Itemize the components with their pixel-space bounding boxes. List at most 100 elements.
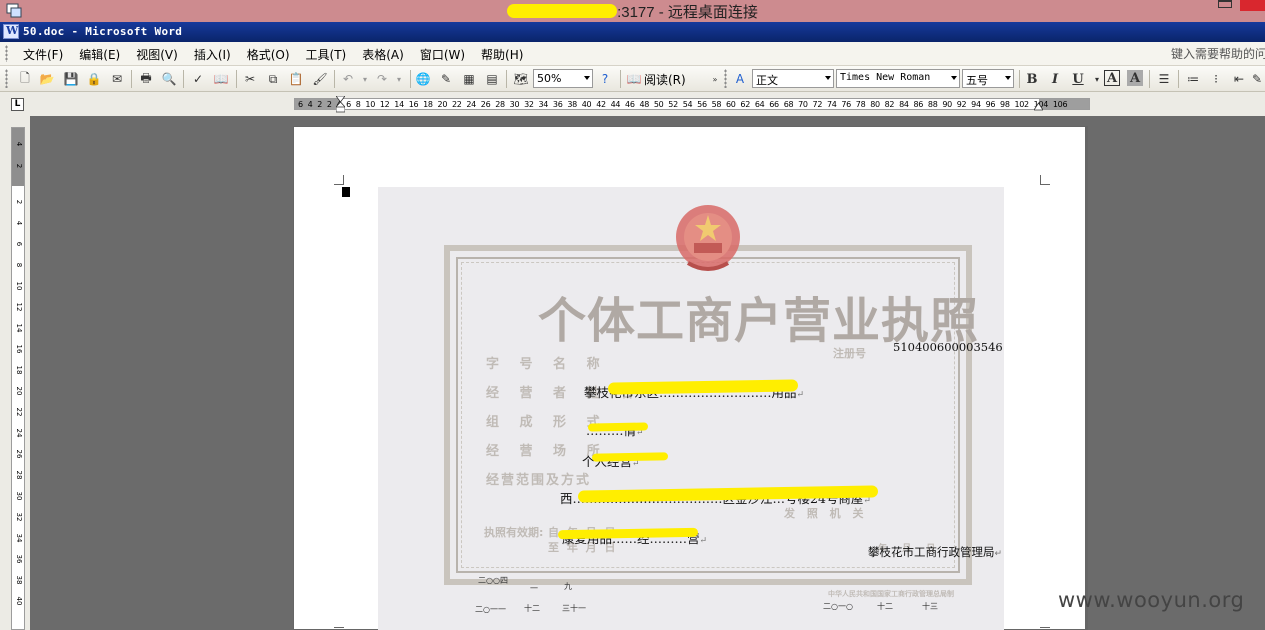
vertical-ruler-number: 34 xyxy=(15,533,23,543)
vertical-ruler-number: 36 xyxy=(15,554,23,564)
date-month-2: 十二 xyxy=(524,604,540,613)
vertical-ruler-number: 8 xyxy=(15,262,23,268)
menu-table[interactable]: 表格(A) xyxy=(354,45,412,64)
read-mode-button[interactable]: 阅读(R) xyxy=(644,71,686,88)
crop-mark-top-right xyxy=(1040,175,1050,185)
undo-dropdown-icon[interactable]: ▾ xyxy=(356,70,374,88)
menu-file[interactable]: 文件(F) xyxy=(15,45,71,64)
document-page[interactable]: 个体工商户营业执照 注册号 字 号 名 称 经 营 者 姓 名 组 成 形 式 … xyxy=(293,126,1088,630)
research-icon[interactable]: 📖 xyxy=(212,70,230,88)
vertical-ruler-number: 10 xyxy=(15,281,23,291)
toolbar-grip[interactable] xyxy=(5,69,8,88)
document-map-icon[interactable]: 🗺 xyxy=(512,70,530,88)
style-select[interactable]: 正文 xyxy=(752,69,834,88)
bullets-icon[interactable]: ⁝ xyxy=(1207,70,1225,88)
insert-excel-icon[interactable]: ▤ xyxy=(483,70,501,88)
underline-button[interactable]: U xyxy=(1069,70,1087,88)
tab-selector[interactable]: L xyxy=(11,98,24,111)
toolbar2-grip[interactable] xyxy=(724,69,727,88)
menu-edit[interactable]: 编辑(E) xyxy=(71,45,128,64)
character-border-button[interactable]: A xyxy=(1104,70,1120,86)
vertical-ruler-number: 20 xyxy=(15,386,23,396)
vertical-ruler-number: 2 xyxy=(15,199,23,205)
tables-borders-icon[interactable]: ✎ xyxy=(437,70,455,88)
vertical-ruler-number: 16 xyxy=(15,344,23,354)
menubar-grip[interactable] xyxy=(5,45,8,62)
vertical-ruler[interactable]: 4 2 2 4 6 8 10 12 14 16 18 20 22 24 26 28 30 32 34 36 38 40 xyxy=(11,127,25,630)
insert-table-icon[interactable]: ▦ xyxy=(460,70,478,88)
label-trade-name: 字 号 名 称 xyxy=(486,357,608,372)
crop-mark-top-left xyxy=(334,175,344,185)
date-month-1: 一 xyxy=(530,584,538,593)
text-cursor-anchor xyxy=(342,187,350,197)
save-icon[interactable]: 💾 xyxy=(62,70,80,88)
numbering-icon[interactable]: ≔ xyxy=(1184,70,1202,88)
date-day-2: 三十一 xyxy=(562,604,586,613)
redo-dropdown-icon[interactable]: ▾ xyxy=(390,70,408,88)
email-icon[interactable]: ✉ xyxy=(108,70,126,88)
copy-icon[interactable]: ⧉ xyxy=(264,70,282,88)
font-select[interactable]: Times New Roman xyxy=(836,69,960,88)
date-year-1: 二○○四 xyxy=(478,576,508,585)
menu-format[interactable]: 格式(O) xyxy=(239,45,298,64)
issuing-authority-value: 攀枝花市工商行政管理局↵ xyxy=(868,545,1003,559)
vertical-ruler-number: 30 xyxy=(15,491,23,501)
vertical-ruler-number: 4 xyxy=(15,220,23,226)
cut-icon[interactable]: ✂ xyxy=(241,70,259,88)
vertical-ruler-number: 38 xyxy=(15,575,23,585)
vertical-ruler-number: 2 xyxy=(15,163,23,169)
date-month-3: 十二 xyxy=(877,602,893,611)
national-emblem-icon xyxy=(676,205,740,271)
right-indent-marker[interactable] xyxy=(1034,101,1043,111)
redacted-host xyxy=(507,4,618,18)
maximize-button[interactable] xyxy=(1218,0,1232,8)
vertical-ruler-number: 22 xyxy=(15,407,23,417)
vertical-ruler-number: 28 xyxy=(15,470,23,480)
align-center-icon[interactable]: ☰ xyxy=(1155,70,1173,88)
bold-button[interactable]: B xyxy=(1023,70,1041,88)
print-icon[interactable]: 🖶 xyxy=(137,70,155,88)
close-button[interactable] xyxy=(1240,0,1265,11)
italic-button[interactable]: I xyxy=(1046,70,1064,88)
hyperlink-icon[interactable]: 🌐 xyxy=(414,70,432,88)
label-business-scope: 经营范围及方式 xyxy=(486,473,592,488)
watermark-text: www.wooyun.org xyxy=(1058,588,1245,612)
label-validity-period: 执照有效期: xyxy=(484,526,544,539)
highlight-icon[interactable]: ✎ xyxy=(1250,70,1264,88)
redo-icon[interactable]: ↷ xyxy=(373,70,391,88)
menu-tools[interactable]: 工具(T) xyxy=(298,45,355,64)
toolbar-overflow-icon[interactable]: » xyxy=(706,70,724,88)
decrease-indent-icon[interactable]: ⇤ xyxy=(1230,70,1248,88)
font-size-select[interactable]: 五号 xyxy=(962,69,1014,88)
menu-help[interactable]: 帮助(H) xyxy=(473,45,531,64)
help-icon[interactable]: ? xyxy=(596,70,614,88)
menu-window[interactable]: 窗口(W) xyxy=(412,45,473,64)
permission-icon[interactable]: 🔒 xyxy=(85,70,103,88)
menu-insert[interactable]: 插入(I) xyxy=(186,45,239,64)
issuing-authority-label: 发 照 机 关 xyxy=(784,507,868,520)
vertical-ruler-number: 32 xyxy=(15,512,23,522)
ruler-area: L 6 4 2 2 4 6 8 10 12 14 16 18 20 22 24 … xyxy=(0,92,1265,116)
left-indent-marker[interactable] xyxy=(336,96,345,113)
redaction-place xyxy=(591,452,669,462)
new-document-icon[interactable]: 🗋 xyxy=(16,70,34,88)
date-year-3: 二○一○ xyxy=(823,602,853,611)
spelling-icon[interactable]: ✓ xyxy=(189,70,207,88)
paste-icon[interactable]: 📋 xyxy=(287,70,305,88)
open-folder-icon[interactable]: 📂 xyxy=(38,70,56,88)
styles-pane-icon[interactable]: A xyxy=(731,70,749,88)
word-titlebar: W 50.doc - Microsoft Word xyxy=(0,22,1265,42)
menu-view[interactable]: 视图(V) xyxy=(128,45,186,64)
zoom-select[interactable]: 50% xyxy=(533,69,593,88)
horizontal-ruler[interactable]: 6 4 2 2 4 6 8 10 12 14 16 18 20 22 24 26… xyxy=(294,98,1090,110)
character-shading-button[interactable]: A xyxy=(1127,70,1143,86)
standard-toolbar: 🗋 📂 💾 🔒 ✉ 🖶 🔍 ✓ 📖 ✂ ⧉ 📋 🖌 ↶ ▾ ↷ ▾ 🌐 ✎ ▦ … xyxy=(0,66,1265,92)
business-license-image[interactable]: 个体工商户营业执照 注册号 字 号 名 称 经 营 者 姓 名 组 成 形 式 … xyxy=(378,187,1004,630)
read-mode-icon[interactable]: 📖 xyxy=(625,70,643,88)
undo-icon[interactable]: ↶ xyxy=(339,70,357,88)
print-preview-icon[interactable]: 🔍 xyxy=(160,70,178,88)
date-year-2: 二○一一 xyxy=(475,605,506,614)
format-painter-icon[interactable]: 🖌 xyxy=(311,70,329,88)
help-search-input[interactable]: 键入需要帮助的问题 xyxy=(1171,45,1265,62)
vertical-ruler-number: 12 xyxy=(15,302,23,312)
